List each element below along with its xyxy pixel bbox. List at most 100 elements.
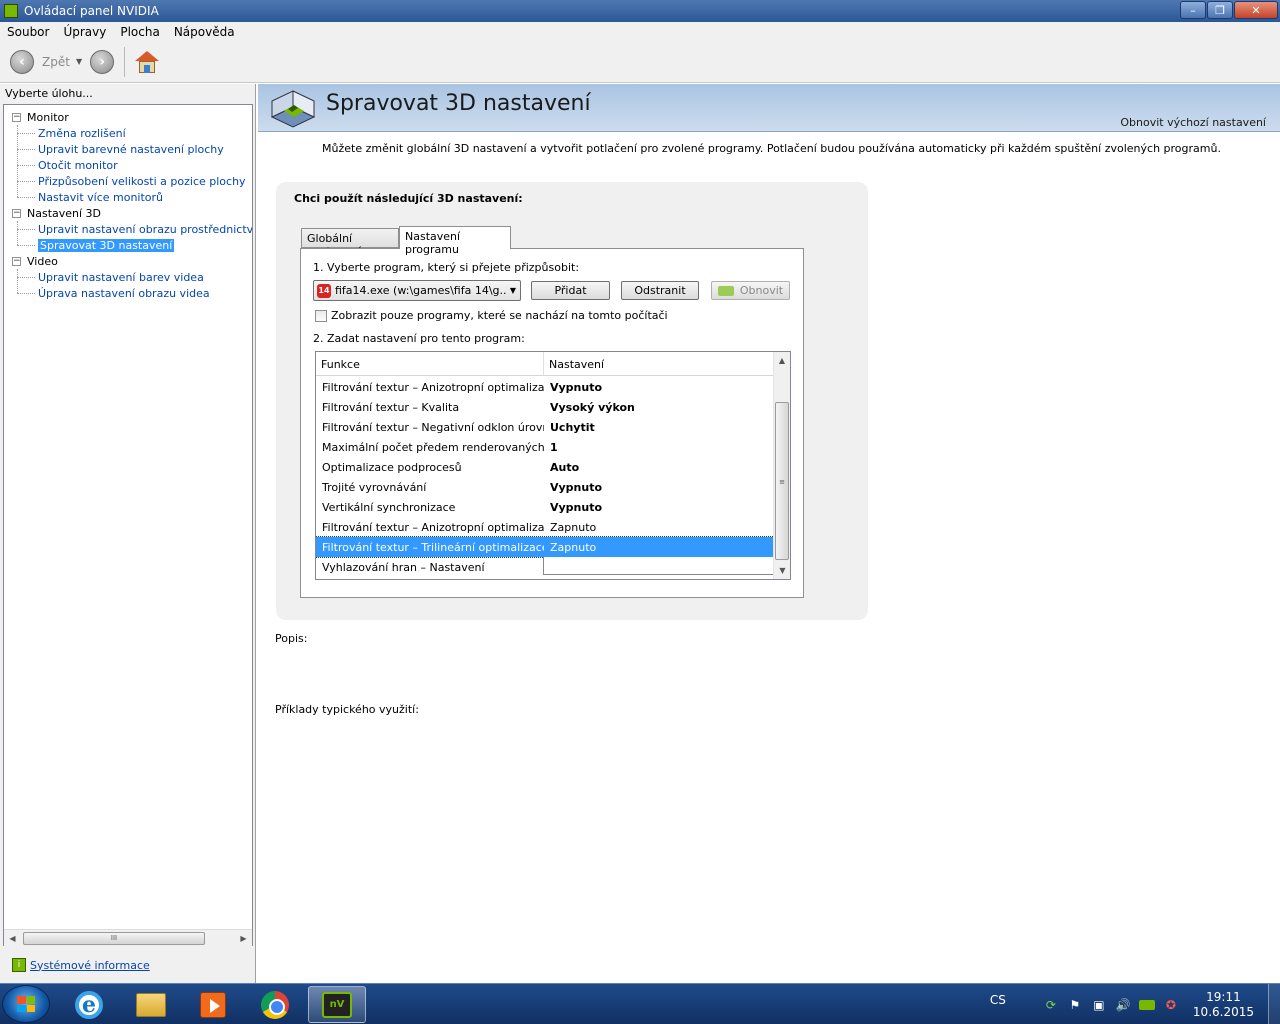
scroll-thumb[interactable]: ≡: [775, 402, 789, 560]
row-setting[interactable]: Vypnuto: [544, 501, 602, 514]
volume-icon[interactable]: 🔊: [1115, 997, 1131, 1013]
add-program-button[interactable]: Přidat: [531, 281, 610, 300]
nvidia-app-icon: [4, 4, 18, 18]
back-label[interactable]: Zpět: [42, 55, 70, 69]
local-programs-checkbox-row[interactable]: Zobrazit pouze programy, které se nacház…: [315, 309, 668, 322]
grid-vertical-scrollbar[interactable]: ▲ ≡ ▼: [773, 352, 790, 579]
program-select[interactable]: 14 fifa14.exe (w:\games\fifa 14\g... ▼: [313, 280, 521, 301]
security-icon[interactable]: ✪: [1163, 997, 1179, 1013]
tree-item-size-position[interactable]: Přizpůsobení velikosti a pozice plochy: [12, 173, 252, 189]
row-function: Optimalizace podprocesů: [322, 460, 462, 474]
row-setting[interactable]: Zapnuto: [544, 541, 596, 554]
menu-edit[interactable]: Úpravy: [56, 25, 113, 39]
row-function: Filtrování textur – Negativní odklon úro…: [322, 420, 544, 434]
menu-help[interactable]: Nápověda: [167, 25, 242, 39]
windows-update-icon[interactable]: [1022, 998, 1035, 1011]
taskbar-nvidia-control-panel[interactable]: nV: [308, 986, 366, 1023]
table-row[interactable]: Optimalizace podprocesů Auto: [316, 457, 774, 477]
row-setting[interactable]: Vypnuto: [544, 481, 602, 494]
collapse-icon[interactable]: −: [12, 112, 21, 122]
menu-desktop[interactable]: Plocha: [113, 25, 166, 39]
menu-bar: Soubor Úpravy Plocha Nápověda: [0, 22, 1280, 41]
action-center-flag-icon[interactable]: ⚑: [1067, 997, 1083, 1013]
program-select-value: fifa14.exe (w:\games\fifa 14\g...: [335, 284, 506, 297]
table-row[interactable]: Filtrování textur – Negativní odklon úro…: [316, 417, 774, 437]
home-icon[interactable]: [135, 50, 160, 73]
tab-program-settings[interactable]: Nastavení programu: [399, 226, 511, 256]
row-setting[interactable]: Auto: [544, 461, 579, 474]
taskbar-internet-explorer[interactable]: e: [60, 986, 118, 1023]
row-setting[interactable]: Uchytit: [544, 421, 595, 434]
tree-item-video-image[interactable]: Úprava nastavení obrazu videa: [12, 285, 252, 301]
minimize-button[interactable]: –: [1180, 1, 1206, 19]
tree-item-multi-monitor[interactable]: Nastavit více monitorů: [12, 189, 252, 205]
taskbar-explorer[interactable]: [122, 986, 180, 1023]
taskbar-chrome[interactable]: [246, 986, 304, 1023]
tab-global-settings[interactable]: Globální nastavení: [301, 228, 399, 258]
clock[interactable]: 19:11 10.6.2015: [1193, 990, 1254, 1020]
scroll-thumb[interactable]: III: [23, 931, 205, 945]
column-header-setting[interactable]: Nastavení: [544, 352, 604, 375]
scroll-left-icon[interactable]: ◀: [4, 934, 21, 943]
network-icon[interactable]: ▣: [1091, 997, 1107, 1013]
media-player-icon: [200, 991, 226, 1018]
table-row[interactable]: Filtrování textur – Anizotropní optimali…: [316, 377, 774, 397]
collapse-icon[interactable]: −: [12, 256, 21, 266]
table-row[interactable]: Trojité vyrovnávání Vypnuto: [316, 477, 774, 497]
chrome-icon: [261, 990, 289, 1019]
settings-heading: Chci použít následující 3D nastavení:: [294, 192, 523, 205]
maximize-button[interactable]: ❐: [1207, 1, 1233, 19]
tree-item-video-color[interactable]: Upravit nastavení barev videa: [12, 269, 252, 285]
table-row[interactable]: Maximální počet předem renderovaných s..…: [316, 437, 774, 457]
menu-file[interactable]: Soubor: [0, 25, 56, 39]
restore-defaults-link[interactable]: Obnovit výchozí nastavení: [1120, 116, 1266, 129]
table-row[interactable]: Filtrování textur – Kvalita Vysoký výkon: [316, 397, 774, 417]
scroll-down-icon[interactable]: ▼: [774, 562, 790, 579]
table-row[interactable]: Vertikální synchronizace Vypnuto: [316, 497, 774, 517]
toolbar-separator: [124, 46, 126, 77]
nvidia-tray-icon[interactable]: [1138, 999, 1155, 1010]
tree-item-resolution[interactable]: Změna rozlišení: [12, 125, 252, 141]
refresh-button[interactable]: Obnovit: [711, 281, 790, 300]
usage-examples-label: Příklady typického využití:: [275, 703, 419, 716]
table-row[interactable]: Filtrování textur – Anizotropní optimali…: [316, 517, 774, 537]
content-pane: Spravovat 3D nastavení Obnovit výchozí n…: [258, 84, 1280, 983]
tree-horizontal-scrollbar[interactable]: ◀ III ▶: [4, 929, 252, 946]
clock-date: 10.6.2015: [1192, 1004, 1254, 1019]
scroll-up-icon[interactable]: ▲: [774, 352, 790, 369]
forward-arrow-icon[interactable]: ›: [90, 49, 115, 74]
chevron-down-icon[interactable]: ▼: [506, 286, 520, 295]
row-function: Filtrování textur – Trilineární optimali…: [322, 540, 544, 554]
taskbar-media-player[interactable]: [184, 986, 242, 1023]
table-row[interactable]: Filtrování textur – Trilineární optimali…: [316, 536, 775, 558]
settings-panel: Chci použít následující 3D nastavení: Gl…: [276, 182, 868, 620]
tree-category-video[interactable]: − Video: [12, 253, 252, 269]
system-info-link[interactable]: i Systémové informace: [12, 958, 150, 972]
sync-icon[interactable]: ⟳: [1043, 997, 1059, 1013]
close-button[interactable]: ✕: [1234, 1, 1278, 19]
row-setting[interactable]: Vypnuto: [544, 381, 602, 394]
back-arrow-icon[interactable]: ‹: [10, 49, 34, 74]
language-indicator[interactable]: CS: [990, 993, 1006, 1007]
local-programs-checkbox-label: Zobrazit pouze programy, které se nacház…: [331, 309, 668, 322]
start-button[interactable]: [2, 985, 50, 1023]
history-dropdown-icon[interactable]: ▼: [76, 57, 82, 66]
window-title: Ovládací panel NVIDIA: [24, 4, 159, 18]
scroll-right-icon[interactable]: ▶: [235, 934, 252, 943]
row-setting[interactable]: 1: [544, 441, 558, 454]
remove-program-button[interactable]: Odstranit: [621, 281, 699, 300]
tree-item-rotate[interactable]: Otočit monitor: [12, 157, 252, 173]
info-icon: i: [12, 958, 26, 972]
local-programs-checkbox[interactable]: [315, 309, 327, 322]
tree-item-desktop-color[interactable]: Upravit barevné nastavení plochy: [12, 141, 252, 157]
tree-item-image-preview[interactable]: Upravit nastavení obrazu prostřednictvím…: [12, 221, 252, 237]
tree-item-manage-3d[interactable]: Spravovat 3D nastavení: [12, 237, 252, 253]
column-header-function[interactable]: Funkce: [316, 352, 544, 375]
setting-dropdown-popup[interactable]: [543, 557, 774, 575]
show-desktop-button[interactable]: [1268, 984, 1280, 1024]
tree-category-3d[interactable]: − Nastavení 3D: [12, 205, 252, 221]
row-setting[interactable]: Vysoký výkon: [544, 401, 635, 414]
tree-category-monitor[interactable]: − Monitor: [12, 109, 252, 125]
row-setting[interactable]: Zapnuto: [544, 521, 596, 534]
collapse-icon[interactable]: −: [12, 208, 21, 218]
